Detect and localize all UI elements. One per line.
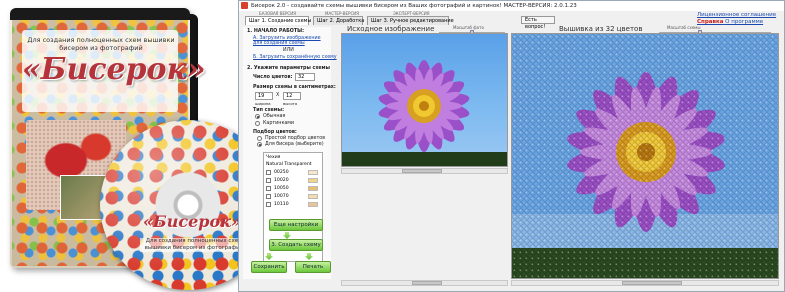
- palette-swatch: [308, 186, 318, 191]
- box-subtitle: Для создания полноценных схем вышивки би…: [27, 36, 175, 52]
- simple-selection-label: Простой подбор цветов: [265, 136, 326, 141]
- palette-swatch: [308, 170, 318, 175]
- help-links: Справка О программе: [697, 19, 763, 25]
- palette-swatch: [308, 202, 318, 207]
- original-image: [341, 33, 508, 167]
- photo-zoom-label: Масштаб фото: [453, 25, 484, 30]
- height-caption: высота: [283, 101, 298, 106]
- original-hscrollbar[interactable]: [341, 168, 508, 174]
- box-title: «Бисерок»: [22, 52, 206, 87]
- width-caption: ширина: [255, 101, 271, 106]
- cd-subtitle: Для создания полноценных схем вышивки би…: [140, 238, 248, 252]
- palette-item[interactable]: 10070: [274, 194, 289, 199]
- app-window: Бисерок 2.0 - создавайте схемы вышивки б…: [238, 0, 785, 292]
- step2-title: 2. Укажите параметры схемы: [247, 66, 330, 71]
- palette-item[interactable]: 10110: [274, 202, 289, 207]
- scheme-zoom-label: Масштаб схемы: [667, 25, 701, 30]
- settings-panel: 1. НАЧАЛО РАБОТЫ: А. Загрузить изображен…: [243, 27, 337, 279]
- lower-hscrollbar[interactable]: [341, 280, 508, 286]
- help-link[interactable]: Справка: [697, 19, 723, 25]
- window-title: Бисерок 2.0 - создавайте схемы вышивки б…: [239, 1, 784, 11]
- type-label: Тип схемы:: [253, 108, 284, 113]
- selection-label: Подбор цветов:: [253, 130, 297, 135]
- bead-scheme-image: [511, 33, 779, 279]
- tab-step3[interactable]: Шаг 3. Ручное редактирование: [367, 16, 454, 25]
- palette-item-checkbox[interactable]: [266, 170, 271, 175]
- bead-selection-label: Для бисера (выберите): [265, 142, 324, 147]
- type-normal-label: Обычная: [263, 114, 286, 119]
- help-question-button[interactable]: Есть вопрос!: [521, 16, 555, 30]
- bead-title: Вышивка из 32 цветов: [559, 25, 643, 33]
- create-scheme-button[interactable]: 3. Создать схему: [269, 239, 323, 251]
- tab-step1[interactable]: Шаг 1. Создание схемы: [245, 16, 311, 25]
- palette-item-checkbox[interactable]: [266, 194, 271, 199]
- flower-photo: [342, 60, 507, 166]
- palette-swatch: [308, 178, 318, 183]
- type-pictures-radio[interactable]: [255, 121, 260, 126]
- tab-step2[interactable]: Шаг 2. Доработка: [313, 16, 364, 25]
- palette-item[interactable]: 00250: [274, 170, 289, 175]
- palette-header: Чехия: [266, 155, 281, 160]
- more-settings-button[interactable]: Еще настройки: [269, 219, 323, 231]
- size-separator: X: [276, 93, 280, 98]
- simple-selection-radio[interactable]: [257, 136, 262, 141]
- box-top-edge: [10, 8, 190, 20]
- lower-scroll-thumb[interactable]: [412, 281, 442, 285]
- bead-scheme-render: [512, 34, 778, 278]
- print-button[interactable]: Печать: [295, 261, 331, 273]
- about-link[interactable]: О программе: [725, 19, 763, 25]
- palette-item[interactable]: 10050: [274, 186, 289, 191]
- type-normal-radio[interactable]: [255, 114, 260, 119]
- app-icon: [241, 2, 248, 9]
- colors-count-input[interactable]: 32: [295, 73, 315, 81]
- palette-item-checkbox[interactable]: [266, 202, 271, 207]
- palette-item[interactable]: 10020: [274, 178, 289, 183]
- width-input[interactable]: 19: [255, 92, 273, 100]
- load-image-link[interactable]: А. Загрузить изображение для создания сх…: [253, 36, 329, 46]
- cd-title: «Бисерок»: [143, 212, 241, 231]
- bead-hscrollbar[interactable]: [511, 280, 779, 286]
- palette-item-checkbox[interactable]: [266, 178, 271, 183]
- license-link[interactable]: Лицензионное соглашение: [697, 12, 776, 18]
- height-input[interactable]: 12: [283, 92, 301, 100]
- or-text: ИЛИ: [283, 48, 294, 53]
- original-scroll-thumb[interactable]: [402, 169, 442, 173]
- load-scheme-link[interactable]: Б. Загрузить сохранённую схему: [253, 55, 337, 60]
- palette-swatch: [308, 194, 318, 199]
- bead-selection-radio[interactable]: [257, 142, 262, 147]
- save-button[interactable]: Сохранить: [251, 261, 287, 273]
- palette-item-checkbox[interactable]: [266, 186, 271, 191]
- colors-label: Число цветов:: [253, 75, 293, 80]
- step1-title: 1. НАЧАЛО РАБОТЫ:: [247, 29, 305, 34]
- type-pictures-label: Картинками: [263, 121, 295, 126]
- palette-item[interactable]: Natural Transparent: [266, 162, 312, 167]
- bead-scroll-thumb[interactable]: [622, 281, 682, 285]
- original-title: Исходное изображение: [347, 25, 435, 33]
- size-label: Размер схемы в сантиметрах:: [253, 85, 336, 90]
